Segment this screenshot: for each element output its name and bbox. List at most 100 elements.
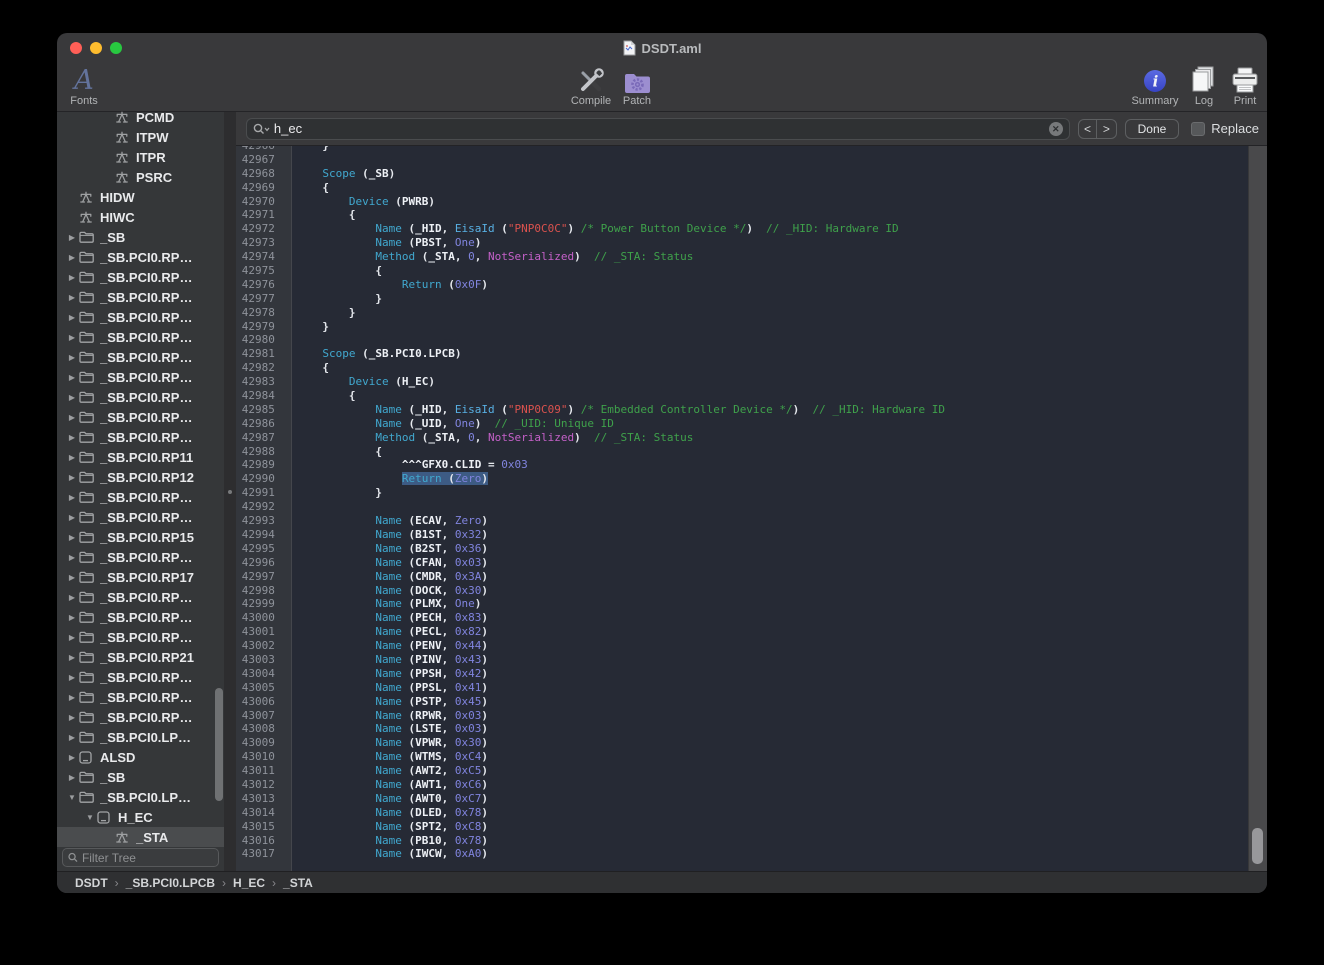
code-line[interactable]: 43016 Name (PB10, 0x78) <box>236 834 1267 848</box>
code-line[interactable]: 43008 Name (LSTE, 0x03) <box>236 722 1267 736</box>
disclosure-collapsed-icon[interactable]: ▶ <box>65 553 79 562</box>
disclosure-collapsed-icon[interactable]: ▶ <box>65 313 79 322</box>
filter-tree-field[interactable] <box>62 848 219 867</box>
disclosure-collapsed-icon[interactable]: ▶ <box>65 333 79 342</box>
sidebar-item--sb-pci0-rp-[interactable]: ▶_SB.PCI0.RP… <box>57 547 224 567</box>
sidebar-item--sb-pci0-rp12[interactable]: ▶_SB.PCI0.RP12 <box>57 467 224 487</box>
sidebar-item--sb-pci0-rp17[interactable]: ▶_SB.PCI0.RP17 <box>57 567 224 587</box>
disclosure-collapsed-icon[interactable]: ▶ <box>65 253 79 262</box>
clear-search-icon[interactable]: ✕ <box>1049 122 1063 136</box>
code-line[interactable]: 42977 } <box>236 292 1267 306</box>
sidebar-item--sb-pci0-rp-[interactable]: ▶_SB.PCI0.RP… <box>57 347 224 367</box>
sidebar-item-h-ec[interactable]: ▼H_EC <box>57 807 224 827</box>
code-line[interactable]: 43007 Name (RPWR, 0x03) <box>236 709 1267 723</box>
code-line[interactable]: 42966 } <box>236 146 1267 153</box>
replace-checkbox[interactable] <box>1191 122 1205 136</box>
code-line[interactable]: 42974 Method (_STA, 0, NotSerialized) //… <box>236 250 1267 264</box>
code-line[interactable]: 42999 Name (PLMX, One) <box>236 597 1267 611</box>
sidebar-item--sb-pci0-rp-[interactable]: ▶_SB.PCI0.RP… <box>57 667 224 687</box>
sidebar-item--sb-pci0-rp-[interactable]: ▶_SB.PCI0.RP… <box>57 627 224 647</box>
disclosure-collapsed-icon[interactable]: ▶ <box>65 453 79 462</box>
disclosure-collapsed-icon[interactable]: ▶ <box>65 593 79 602</box>
code-line[interactable]: 42976 Return (0x0F) <box>236 278 1267 292</box>
code-line[interactable]: 43012 Name (AWT1, 0xC6) <box>236 778 1267 792</box>
code-line[interactable]: 43017 Name (IWCW, 0xA0) <box>236 847 1267 861</box>
sidebar-scrollbar-thumb[interactable] <box>215 688 223 801</box>
code-line[interactable]: 42997 Name (CMDR, 0x3A) <box>236 570 1267 584</box>
code-line[interactable]: 42967 <box>236 153 1267 167</box>
sidebar-item--sb-pci0-rp15[interactable]: ▶_SB.PCI0.RP15 <box>57 527 224 547</box>
done-button[interactable]: Done <box>1125 119 1180 139</box>
sidebar-item-pcmd[interactable]: PCMD <box>57 107 224 127</box>
code-line[interactable]: 42983 Device (H_EC) <box>236 375 1267 389</box>
sidebar-item--sb-pci0-lp-[interactable]: ▼_SB.PCI0.LP… <box>57 787 224 807</box>
sidebar-item--sb[interactable]: ▶_SB <box>57 767 224 787</box>
code-line[interactable]: 43010 Name (WTMS, 0xC4) <box>236 750 1267 764</box>
code-line[interactable]: 43004 Name (PPSH, 0x42) <box>236 667 1267 681</box>
disclosure-collapsed-icon[interactable]: ▶ <box>65 413 79 422</box>
breadcrumb-item[interactable]: _STA <box>283 876 313 890</box>
code-line[interactable]: 43002 Name (PENV, 0x44) <box>236 639 1267 653</box>
code-line[interactable]: 42990 Return (Zero) <box>236 472 1267 486</box>
search-field[interactable]: ✕ <box>246 118 1070 140</box>
code-line[interactable]: 42989 ^^^GFX0.CLID = 0x03 <box>236 458 1267 472</box>
code-line[interactable]: 42980 <box>236 333 1267 347</box>
disclosure-collapsed-icon[interactable]: ▶ <box>65 493 79 502</box>
sidebar-item--sb-pci0-rp-[interactable]: ▶_SB.PCI0.RP… <box>57 247 224 267</box>
sidebar-item-hidw[interactable]: HIDW <box>57 187 224 207</box>
code-line[interactable]: 42985 Name (_HID, EisaId ("PNP0C09") /* … <box>236 403 1267 417</box>
sidebar-item-psrc[interactable]: PSRC <box>57 167 224 187</box>
sidebar-item--sb-pci0-rp-[interactable]: ▶_SB.PCI0.RP… <box>57 707 224 727</box>
sidebar-item--sb-pci0-rp-[interactable]: ▶_SB.PCI0.RP… <box>57 407 224 427</box>
code-line[interactable]: 42973 Name (PBST, One) <box>236 236 1267 250</box>
titlebar[interactable]: DSDT.aml <box>57 33 1267 63</box>
print-button[interactable]: Print <box>1223 63 1267 107</box>
sidebar-item--sb-pci0-rp-[interactable]: ▶_SB.PCI0.RP… <box>57 367 224 387</box>
code-line[interactable]: 42982 { <box>236 361 1267 375</box>
sidebar-item--sb-pci0-rp-[interactable]: ▶_SB.PCI0.RP… <box>57 287 224 307</box>
code-line[interactable]: 42995 Name (B2ST, 0x36) <box>236 542 1267 556</box>
code-line[interactable]: 42981 Scope (_SB.PCI0.LPCB) <box>236 347 1267 361</box>
code-line[interactable]: 43006 Name (PSTP, 0x45) <box>236 695 1267 709</box>
search-menu-icon[interactable] <box>253 123 270 135</box>
sidebar-item--sb-pci0-rp-[interactable]: ▶_SB.PCI0.RP… <box>57 607 224 627</box>
code-line[interactable]: 42975 { <box>236 264 1267 278</box>
disclosure-collapsed-icon[interactable]: ▶ <box>65 373 79 382</box>
compile-button[interactable]: Compile <box>561 63 621 107</box>
sidebar-item--sb-pci0-rp21[interactable]: ▶_SB.PCI0.RP21 <box>57 647 224 667</box>
code-line[interactable]: 42986 Name (_UID, One) // _UID: Unique I… <box>236 417 1267 431</box>
code-line[interactable]: 42979 } <box>236 320 1267 334</box>
code-line[interactable]: 43009 Name (VPWR, 0x30) <box>236 736 1267 750</box>
zoom-button[interactable] <box>110 42 122 54</box>
breadcrumb-item[interactable]: H_EC <box>233 876 265 890</box>
code-line[interactable]: 42998 Name (DOCK, 0x30) <box>236 584 1267 598</box>
find-next-button[interactable]: > <box>1097 120 1115 138</box>
editor-scrollbar-track[interactable] <box>1248 146 1267 871</box>
disclosure-collapsed-icon[interactable]: ▶ <box>65 633 79 642</box>
sidebar-item--sb-pci0-lp-[interactable]: ▶_SB.PCI0.LP… <box>57 727 224 747</box>
code-line[interactable]: 42984 { <box>236 389 1267 403</box>
code-line[interactable]: 42972 Name (_HID, EisaId ("PNP0C0C") /* … <box>236 222 1267 236</box>
code-line[interactable]: 43000 Name (PECH, 0x83) <box>236 611 1267 625</box>
sidebar-item--sb-pci0-rp-[interactable]: ▶_SB.PCI0.RP… <box>57 267 224 287</box>
code-line[interactable]: 43014 Name (DLED, 0x78) <box>236 806 1267 820</box>
disclosure-collapsed-icon[interactable]: ▶ <box>65 393 79 402</box>
sidebar-item-itpw[interactable]: ITPW <box>57 127 224 147</box>
code-line[interactable]: 42988 { <box>236 445 1267 459</box>
sidebar-item--sb-pci0-rp-[interactable]: ▶_SB.PCI0.RP… <box>57 687 224 707</box>
disclosure-collapsed-icon[interactable]: ▶ <box>65 673 79 682</box>
log-button[interactable]: Log <box>1184 63 1224 107</box>
breadcrumb-item[interactable]: _SB.PCI0.LPCB <box>126 876 215 890</box>
code-line[interactable]: 43011 Name (AWT2, 0xC5) <box>236 764 1267 778</box>
breadcrumb-item[interactable]: DSDT <box>75 876 108 890</box>
code-line[interactable]: 42987 Method (_STA, 0, NotSerialized) //… <box>236 431 1267 445</box>
disclosure-collapsed-icon[interactable]: ▶ <box>65 613 79 622</box>
code-line[interactable]: 42970 Device (PWRB) <box>236 195 1267 209</box>
code-line[interactable]: 42992 <box>236 500 1267 514</box>
code-line[interactable]: 42968 Scope (_SB) <box>236 167 1267 181</box>
sidebar-item--sb-pci0-rp-[interactable]: ▶_SB.PCI0.RP… <box>57 587 224 607</box>
sidebar-item--sb-pci0-rp11[interactable]: ▶_SB.PCI0.RP11 <box>57 447 224 467</box>
code-line[interactable]: 42996 Name (CFAN, 0x03) <box>236 556 1267 570</box>
sidebar-item-alsd[interactable]: ▶ALSD <box>57 747 224 767</box>
code-line[interactable]: 42978 } <box>236 306 1267 320</box>
